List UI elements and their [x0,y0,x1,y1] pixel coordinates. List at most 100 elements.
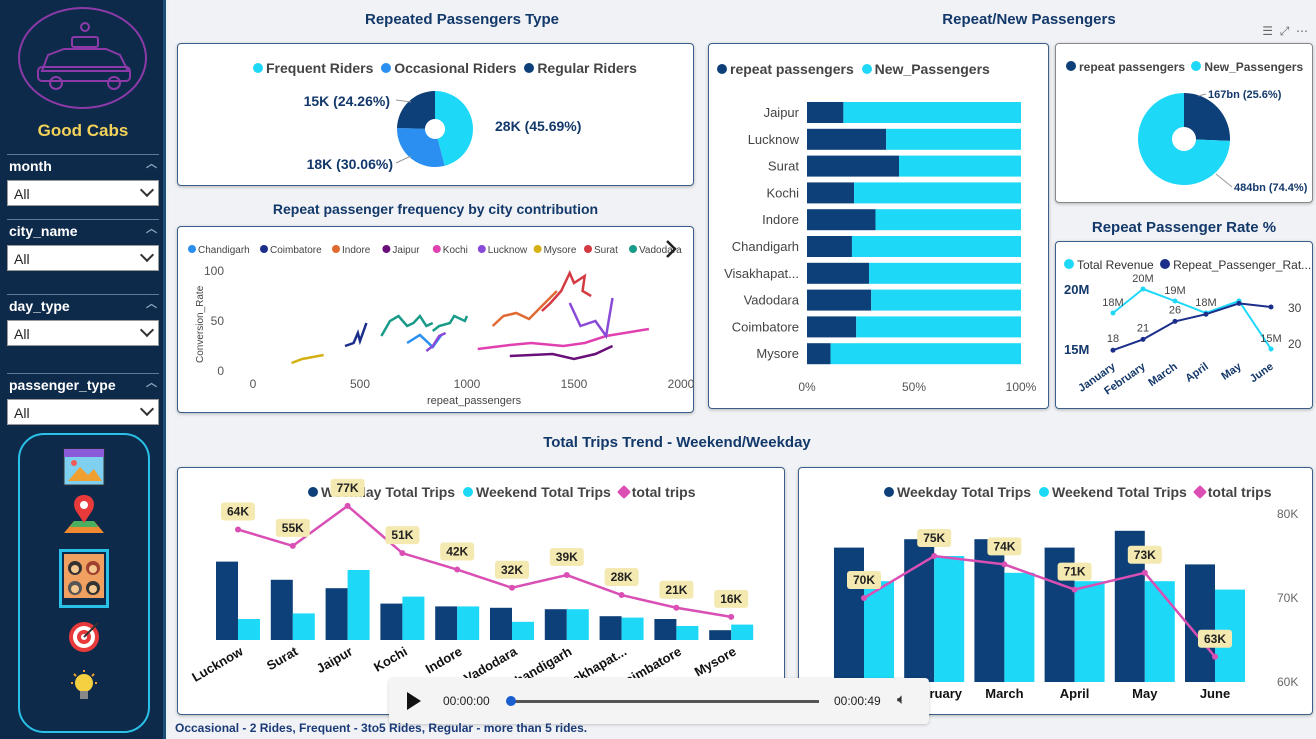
collapse-icon[interactable]: ︿ [146,155,157,171]
collapse-icon[interactable]: ︿ [146,374,157,390]
data-label: 77K [337,481,359,495]
legend-item: Lucknow [488,245,528,256]
repeat-new-title: Repeat/New Passengers [942,11,1116,28]
revenue-line [1112,287,1272,350]
category-label: Lucknow [748,132,800,147]
duration-time: 00:00:49 [834,694,881,708]
x-tick: 100% [1006,380,1037,394]
progress-track[interactable] [507,700,819,703]
media-player: 00:00:00 00:00:49 🔈︎ [389,678,929,724]
total-point [673,604,680,611]
collapse-icon[interactable]: ︿ [146,295,157,311]
idea-icon[interactable] [66,669,102,710]
weekend-bar [238,619,260,640]
collapse-icon[interactable]: ︿ [146,220,157,236]
y-tick-right: 30 [1288,301,1302,315]
repeat-new-bar-chart: Jaipur Lucknow Surat Kochi Indore Chandigarh V… [724,102,1037,394]
category-label: Surat [768,159,799,174]
visual-header-icons[interactable]: ☰ ⤢ ⋯ [1262,24,1308,39]
bar-repeat [807,316,857,338]
chevron-down-icon [139,401,155,417]
passenger-type-label: passenger_type [9,377,116,393]
total-point [1141,569,1148,576]
bar-new [851,236,1021,257]
leader-line [395,155,412,164]
repeat-rate-card[interactable]: Total Revenue Repeat_Passenger_Rat... 18… [1055,241,1313,409]
repeat-new-card[interactable]: repeat passengers New_Passengers Jaipur L… [708,43,1049,409]
data-label: 32K [501,563,523,577]
bar-repeat [807,236,852,257]
month-dropdown[interactable]: All [7,180,159,206]
y-axis-label: Conversion_Rate [195,285,206,363]
x-tick: 1500 [561,377,588,391]
bar-repeat [807,209,876,231]
month-value: All [14,186,30,202]
x-tick: 2000 [668,377,695,391]
frequency-card[interactable]: Chandigarh Coimbatore Indore Jaipur Kochi Luc… [177,226,695,413]
data-label: 74K [993,539,1015,553]
x-tick: Mysore [692,644,739,680]
total-point [1212,653,1218,660]
y-tick: 60K [1277,675,1298,689]
weekend-bar [402,596,425,640]
weekend-bar [457,606,480,640]
data-label: 42K [446,545,468,559]
data-label: 15M [1260,333,1281,345]
map-pin-icon[interactable] [62,493,106,542]
legend-item: Surat [594,245,618,256]
passengers-icon[interactable] [59,549,109,608]
weekday-bar [904,539,935,682]
rate-point [1203,311,1209,317]
total-point [728,613,735,620]
category-label: Indore [762,212,799,227]
bar-new [899,155,1021,177]
frequency-line-chart: Chandigarh Coimbatore Indore Jaipur Kochi Luc… [188,240,695,407]
day-type-dropdown[interactable]: All [7,320,159,346]
total-point [235,526,241,533]
weekend-bar [1074,581,1105,682]
pie-label: 167bn (25.6%) [1208,89,1282,101]
city-dropdown[interactable]: All [7,245,159,271]
volume-icon[interactable]: 🔈︎ [897,691,906,708]
target-icon[interactable] [66,619,102,660]
category-label: Kochi [766,185,799,200]
passenger-type-dropdown[interactable]: All [7,399,159,425]
weekday-bar [490,607,512,640]
repeat-new-pie-card[interactable]: ☰ ⤢ ⋯ repeat passengers New_Passengers 1… [1055,24,1313,203]
dashboard-icon[interactable] [62,447,106,492]
bar-new [871,289,1021,311]
x-tick: April [1183,361,1210,385]
passenger-type-value: All [14,405,30,421]
chevron-down-icon [139,247,155,263]
weekend-bar [512,621,534,640]
data-label: 28K [611,570,633,584]
progress-handle[interactable] [506,696,516,706]
legend-item: Coimbatore [270,245,322,256]
city-value: All [14,251,30,267]
play-icon[interactable] [407,692,421,710]
bar-repeat [807,289,872,311]
weekend-bar [731,624,754,640]
leader-line [1215,173,1233,188]
weekday-bar [325,588,348,640]
y-tick-right: 20 [1288,337,1302,351]
series-line [568,297,614,340]
legend-dot [332,245,340,253]
data-label: 18 [1107,333,1119,345]
bar-new [869,262,1021,284]
passenger-types-card[interactable]: Frequent Riders Occasional Riders Regula… [177,43,694,186]
x-tick: 0 [250,377,257,391]
bar-repeat [807,102,844,123]
passenger-types-title: Repeated Passengers Type [365,11,559,28]
legend-dot [533,245,542,253]
category-label: Vadodara [744,293,800,308]
revenue-point [1172,298,1178,304]
data-label: 26 [1169,304,1181,316]
bar-repeat [807,262,870,284]
total-point [454,566,461,573]
chevron-down-icon [139,182,155,198]
sidebar: Good Cabs month ︿ All city_name ︿ All day_… [0,0,166,739]
weekend-bar [1004,572,1035,682]
bar-repeat [807,182,855,204]
data-label: 18M [1102,297,1123,309]
